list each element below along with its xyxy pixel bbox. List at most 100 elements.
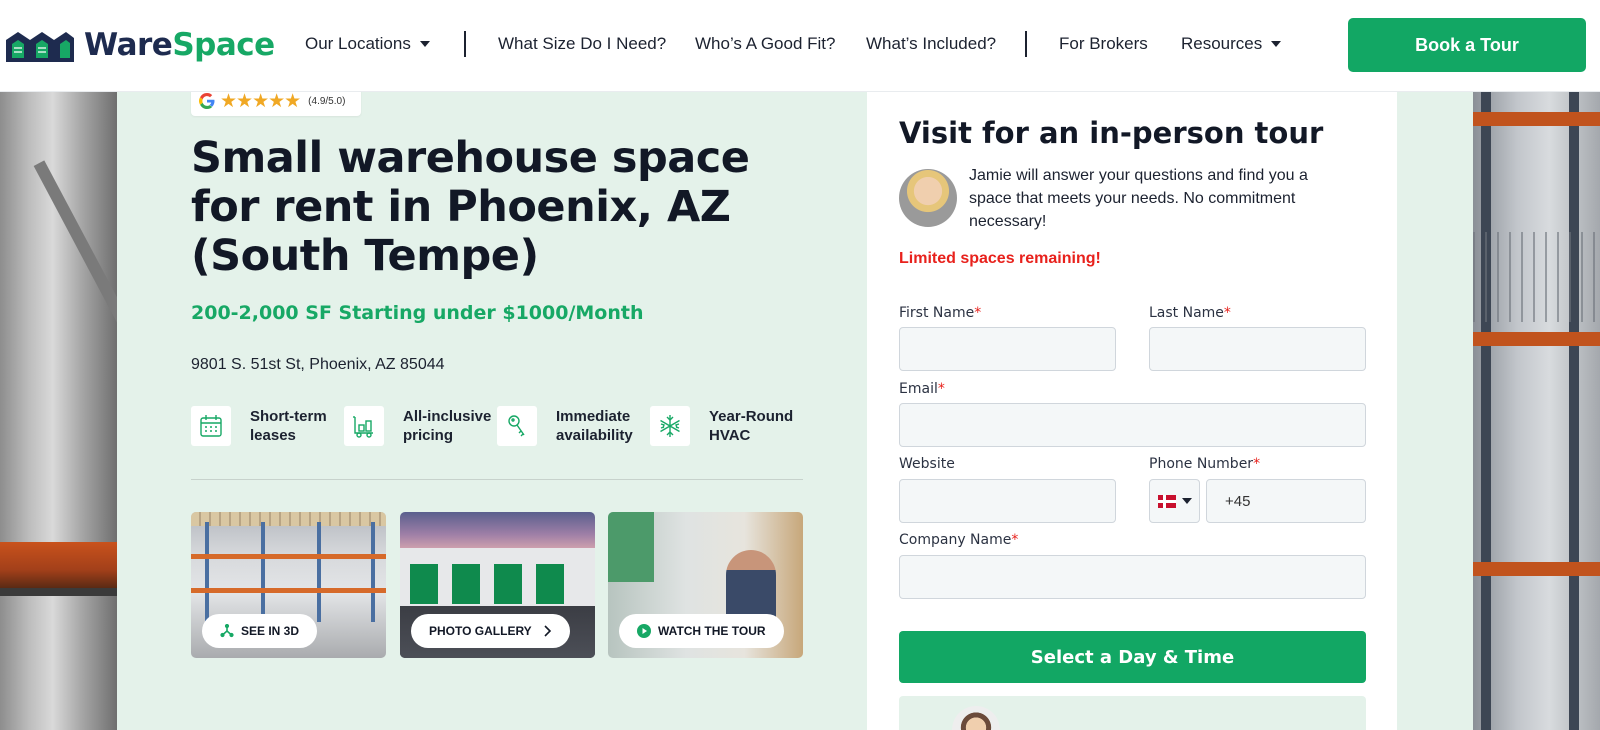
denmark-flag-icon	[1157, 494, 1176, 508]
required-mark: *	[1011, 532, 1019, 548]
page-headline: Small warehouse space for rent in Phoeni…	[191, 133, 750, 281]
nav-what-size[interactable]: What Size Do I Need?	[498, 34, 666, 54]
google-icon	[199, 93, 215, 109]
country-code-select[interactable]	[1149, 479, 1200, 523]
agent-avatar	[899, 169, 957, 227]
form-intro: Jamie will answer your questions and fin…	[969, 167, 1308, 230]
book-a-tour-button[interactable]: Book a Tour	[1348, 18, 1586, 72]
feature-year-round-hvac: Year-Round HVAC	[650, 405, 799, 447]
photo-rack-beam	[0, 542, 117, 588]
logo-space-text: Space	[172, 27, 275, 63]
required-mark: *	[1253, 456, 1261, 472]
nav-label: What’s Included?	[866, 34, 997, 53]
email-field[interactable]	[899, 403, 1366, 447]
feature-label: Year-Round HVAC	[709, 408, 794, 444]
photo-ceiling	[191, 512, 386, 526]
site-header: WareSpace Our Locations What Size Do I N…	[0, 0, 1600, 92]
label-text: Phone Number	[1149, 456, 1254, 472]
warehouse-photo-left	[0, 92, 117, 730]
phone-field[interactable]: +45	[1206, 479, 1366, 523]
first-name-field[interactable]	[899, 327, 1116, 371]
nav-whats-included[interactable]: What’s Included?	[866, 34, 996, 54]
see-in-3d-button[interactable]: SEE IN 3D	[202, 614, 318, 648]
phone-label: Phone Number*	[1149, 456, 1260, 472]
feature-label: Short-term leases	[250, 408, 327, 444]
photo-gallery-button[interactable]: PHOTO GALLERY	[411, 614, 570, 648]
play-icon	[637, 624, 651, 638]
website-label: Website	[899, 456, 955, 472]
first-name-label: First Name*	[899, 305, 981, 321]
logo-wordmark: WareSpace	[84, 27, 275, 63]
logo-mark-icon	[6, 32, 74, 62]
photo-rack-mesh	[1473, 232, 1600, 322]
nav-label: Resources	[1181, 34, 1263, 53]
caret-down-icon	[1181, 498, 1192, 504]
nav-label: For Brokers	[1059, 34, 1148, 53]
photo-loading-door	[494, 564, 522, 604]
rating-text: (4.9/5.0)	[308, 95, 346, 107]
label-text: Website	[899, 456, 955, 472]
label-text: Email	[899, 381, 938, 397]
section-divider	[191, 479, 803, 480]
photo-loading-door	[536, 564, 564, 604]
caret-down-icon	[1271, 41, 1282, 47]
nav-for-brokers[interactable]: For Brokers	[1059, 34, 1148, 54]
photo-rack-shelf	[191, 588, 386, 593]
photo-rack-beam	[1473, 332, 1600, 346]
photo-rack-beam	[1473, 112, 1600, 126]
thumbnail-photo-gallery[interactable]: PHOTO GALLERY	[400, 512, 595, 658]
nav-good-fit[interactable]: Who’s A Good Fit?	[695, 34, 835, 54]
feature-immediate-availability: Immediate availability	[497, 405, 646, 447]
photo-loading-door	[452, 564, 480, 604]
location-address: 9801 S. 51st St, Phoenix, AZ 85044	[191, 356, 445, 373]
pill-label: PHOTO GALLERY	[429, 624, 532, 638]
thumbnail-3d-tour[interactable]: SEE IN 3D	[191, 512, 386, 658]
photo-rack-upright	[205, 522, 209, 622]
photo-rack-beam	[1473, 562, 1600, 576]
photo-beam	[33, 160, 117, 396]
calendar-icon	[191, 406, 231, 446]
nav-our-locations[interactable]: Our Locations	[305, 34, 430, 54]
photo-rack-upright	[371, 522, 375, 622]
warehouse-photo-right	[1473, 92, 1600, 730]
form-title: Visit for an in-person tour	[899, 116, 1324, 150]
3d-icon	[220, 624, 234, 638]
pricing-icon	[344, 406, 384, 446]
required-mark: *	[937, 381, 945, 397]
photo-rack-shadow	[0, 588, 117, 596]
pill-label: WATCH THE TOUR	[658, 624, 766, 638]
company-label: Company Name*	[899, 532, 1018, 548]
email-label: Email*	[899, 381, 945, 397]
nav-divider	[464, 31, 466, 57]
nav-label: Our Locations	[305, 34, 411, 53]
nav-resources[interactable]: Resources	[1181, 34, 1282, 54]
photo-rack-shelf	[191, 554, 386, 559]
warespace-logo[interactable]: WareSpace	[4, 24, 275, 66]
nav-divider	[1025, 31, 1027, 57]
required-mark: *	[1223, 305, 1231, 321]
feature-all-inclusive-pricing: All-inclusive pricing	[344, 405, 493, 447]
thumbnail-video-tour[interactable]: WATCH THE TOUR	[608, 512, 803, 658]
caret-down-icon	[419, 41, 430, 47]
logo-ware-text: Ware	[84, 27, 173, 63]
photo-post	[1481, 92, 1491, 730]
feature-label: Immediate availability	[556, 408, 633, 444]
photo-post	[1569, 92, 1579, 730]
feature-label: All-inclusive pricing	[403, 408, 492, 444]
photo-rack-upright	[261, 522, 265, 622]
limited-spaces-alert: Limited spaces remaining!	[899, 250, 1101, 267]
feature-list: Short-term leases All-inclusive pricing …	[191, 405, 803, 447]
label-text: Last Name	[1149, 305, 1224, 321]
website-field[interactable]	[899, 479, 1116, 523]
label-text: First Name	[899, 305, 975, 321]
photo-loading-door	[410, 564, 438, 604]
last-name-field[interactable]	[1149, 327, 1366, 371]
watch-the-tour-button[interactable]: WATCH THE TOUR	[619, 614, 784, 648]
company-field[interactable]	[899, 555, 1366, 599]
nav-label: What Size Do I Need?	[498, 34, 667, 53]
testimonial-preview	[899, 696, 1366, 730]
reviewer-avatar	[952, 706, 1000, 730]
select-day-time-button[interactable]: Select a Day & Time	[899, 631, 1366, 683]
label-text: Company Name	[899, 532, 1012, 548]
last-name-label: Last Name*	[1149, 305, 1231, 321]
